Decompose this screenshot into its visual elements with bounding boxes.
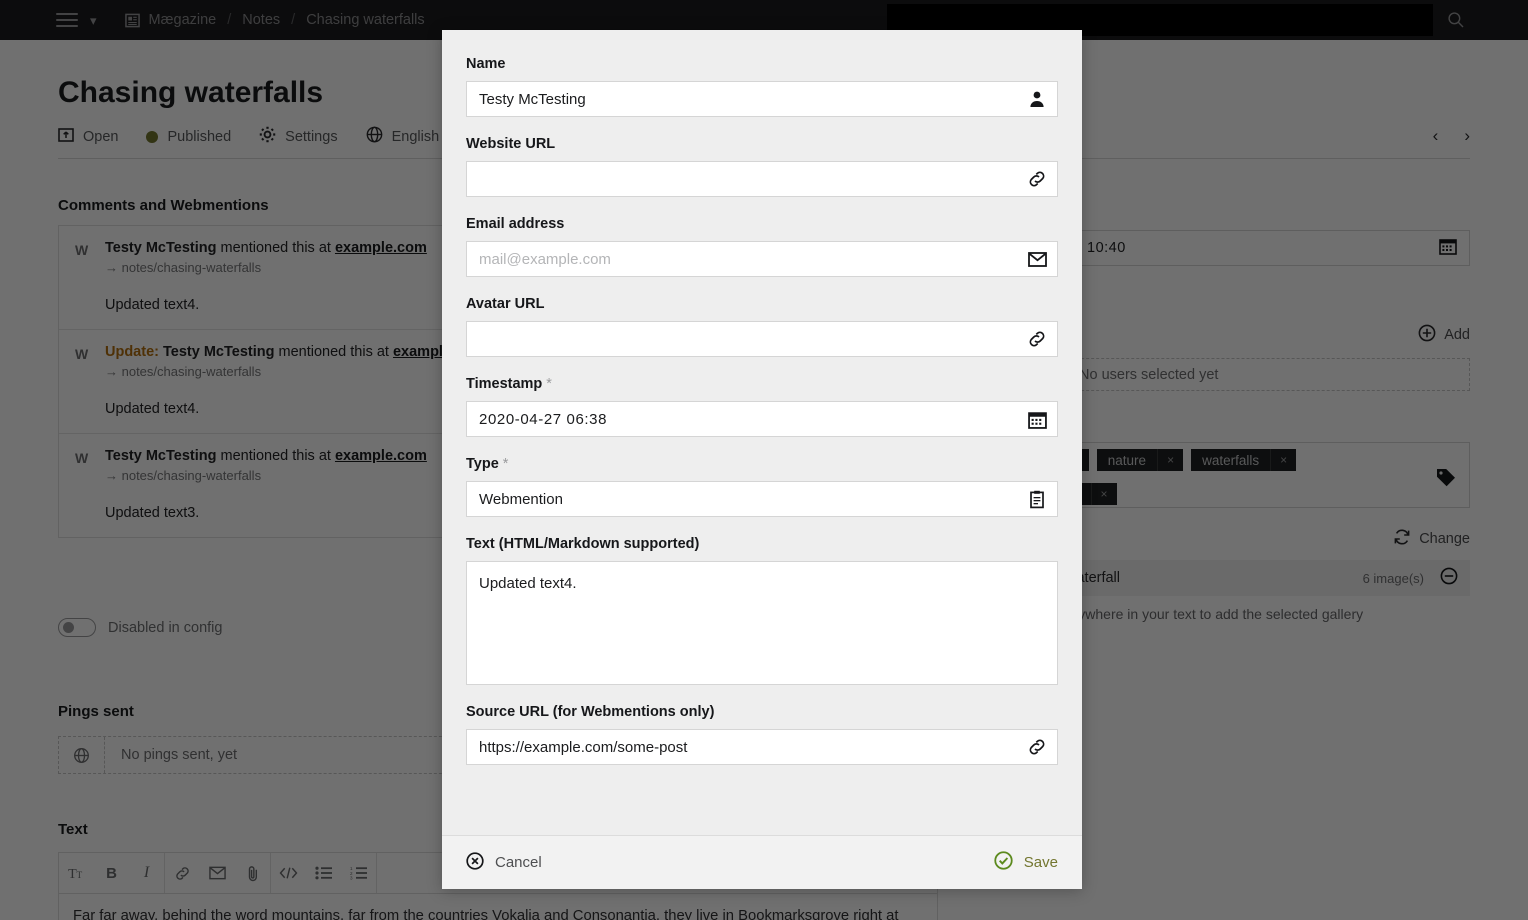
save-button[interactable]: Save bbox=[994, 851, 1058, 874]
name-input-value: Testy McTesting bbox=[479, 90, 586, 110]
avatar-input-wrap[interactable] bbox=[466, 321, 1058, 357]
type-select[interactable]: Webmention bbox=[467, 491, 1017, 508]
close-circle-icon bbox=[466, 851, 484, 874]
field-name: Name Testy McTesting bbox=[466, 56, 1058, 117]
clipboard-icon bbox=[1017, 490, 1057, 509]
text-textarea-wrap[interactable] bbox=[466, 561, 1058, 685]
field-source: Source URL (for Webmentions only) https:… bbox=[466, 704, 1058, 765]
field-avatar: Avatar URL bbox=[466, 296, 1058, 357]
save-label: Save bbox=[1023, 854, 1058, 871]
email-field[interactable] bbox=[467, 242, 1017, 276]
website-input-wrap[interactable] bbox=[466, 161, 1058, 197]
name-input[interactable]: Testy McTesting bbox=[467, 90, 1017, 110]
avatar-input[interactable] bbox=[467, 322, 1017, 356]
link-icon bbox=[1017, 737, 1057, 757]
source-url-input[interactable]: https://example.com/some-post bbox=[467, 739, 1017, 756]
person-icon bbox=[1017, 90, 1057, 108]
link-icon bbox=[1017, 169, 1057, 189]
type-input-wrap[interactable]: Webmention bbox=[466, 481, 1058, 517]
required-marker: * bbox=[546, 376, 552, 392]
field-text-label: Text (HTML/Markdown supported) bbox=[466, 536, 700, 552]
field-email-label: Email address bbox=[466, 216, 565, 232]
field-website: Website URL bbox=[466, 136, 1058, 197]
field-type-text: Type bbox=[466, 456, 499, 472]
field-text: Text (HTML/Markdown supported) bbox=[466, 536, 1058, 685]
cancel-label: Cancel bbox=[495, 854, 542, 871]
comment-edit-dialog: Name Testy McTesting Website URL Email a… bbox=[442, 30, 1082, 889]
dialog-body: Name Testy McTesting Website URL Email a… bbox=[442, 30, 1082, 835]
timestamp-input[interactable]: 2020-04-27 06:38 bbox=[467, 411, 1017, 428]
field-source-label: Source URL (for Webmentions only) bbox=[466, 704, 715, 720]
calendar-icon[interactable] bbox=[1017, 410, 1057, 429]
check-circle-icon bbox=[994, 851, 1013, 874]
field-email: Email address bbox=[466, 216, 1058, 277]
dialog-footer: Cancel Save bbox=[442, 835, 1082, 889]
source-input-wrap[interactable]: https://example.com/some-post bbox=[466, 729, 1058, 765]
link-icon bbox=[1017, 329, 1057, 349]
field-timestamp-label: Timestamp * bbox=[466, 376, 1058, 392]
field-website-label: Website URL bbox=[466, 136, 556, 152]
name-input-wrap[interactable]: Testy McTesting bbox=[466, 81, 1058, 117]
timestamp-input-wrap[interactable]: 2020-04-27 06:38 bbox=[466, 401, 1058, 437]
field-timestamp-text: Timestamp bbox=[466, 376, 543, 392]
field-avatar-label: Avatar URL bbox=[466, 296, 545, 312]
email-input-wrap[interactable] bbox=[466, 241, 1058, 277]
mail-icon bbox=[1017, 251, 1057, 267]
cancel-button[interactable]: Cancel bbox=[466, 851, 542, 874]
required-marker: * bbox=[502, 456, 509, 472]
text-textarea[interactable] bbox=[467, 562, 1057, 684]
field-type: Type * Webmention bbox=[466, 456, 1058, 517]
field-type-label: Type * bbox=[466, 456, 1058, 472]
field-timestamp: Timestamp * 2020-04-27 06:38 bbox=[466, 376, 1058, 437]
field-name-label: Name bbox=[466, 56, 506, 72]
website-input[interactable] bbox=[467, 162, 1017, 196]
